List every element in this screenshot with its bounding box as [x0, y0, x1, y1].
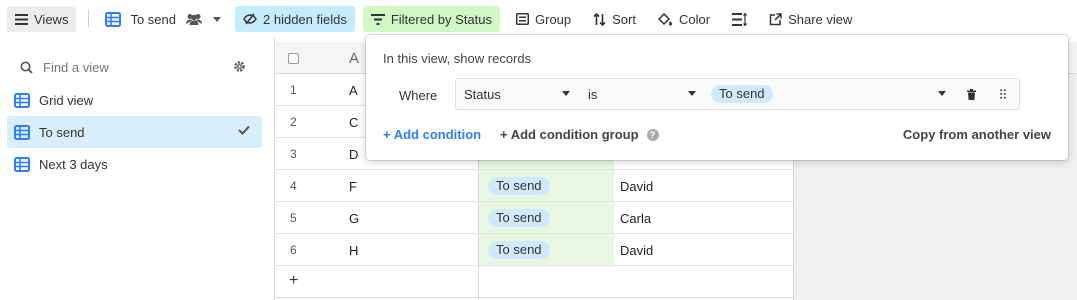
checkmark-icon — [238, 125, 250, 135]
filter-operator-value: is — [588, 86, 598, 102]
sidebar-item-grid-view[interactable]: Grid view — [7, 84, 262, 116]
grid-icon — [14, 124, 30, 140]
caret-down-icon — [938, 91, 946, 96]
caret-down-icon — [688, 91, 696, 96]
filter-icon — [370, 13, 385, 25]
filter-field-select[interactable]: Status — [455, 78, 580, 110]
row-number: 5 — [290, 211, 297, 225]
primary-cell[interactable]: H — [349, 243, 358, 258]
status-pill: To send — [488, 177, 550, 195]
primary-cell[interactable]: C — [349, 115, 358, 130]
add-row-button[interactable]: + — [276, 266, 794, 298]
filter-title: In this view, show records — [383, 51, 532, 66]
group-label: Group — [535, 11, 572, 27]
person-cell[interactable]: David — [620, 179, 653, 194]
hamburger-icon — [15, 13, 28, 25]
grid-icon — [14, 92, 30, 108]
grid-icon — [14, 156, 30, 172]
status-cell[interactable]: To send — [479, 170, 614, 201]
primary-cell[interactable]: G — [349, 211, 359, 226]
add-condition-group-label: + Add condition group — [500, 127, 639, 142]
help-icon[interactable]: ? — [646, 128, 659, 141]
delete-condition-button[interactable] — [955, 78, 988, 110]
share-view-label: Share view — [788, 11, 853, 27]
table-row[interactable]: 6 H To send David — [276, 234, 794, 266]
views-label: Views — [34, 11, 69, 27]
filter-value-select[interactable]: To send — [705, 78, 956, 110]
status-pill: To send — [488, 241, 550, 259]
view-search[interactable]: Find a view — [14, 50, 260, 84]
filter-popover: In this view, show records Where Status … — [366, 35, 1068, 160]
add-condition-button[interactable]: + Add condition — [383, 127, 481, 142]
sidebar-item-label: To send — [39, 124, 85, 140]
where-label: Where — [399, 88, 438, 103]
select-all-checkbox[interactable] — [288, 53, 299, 64]
filter-button[interactable]: Filtered by Status — [362, 6, 500, 32]
add-condition-group-button[interactable]: + Add condition group ? — [500, 127, 659, 142]
hidden-fields-label: 2 hidden fields — [263, 11, 347, 27]
person-cell[interactable]: David — [620, 243, 653, 258]
row-height-icon — [732, 12, 748, 26]
views-sidebar: Find a view Grid view To send Next 3 day… — [0, 38, 275, 300]
table-row[interactable]: 5 G To send Carla — [276, 202, 794, 234]
filter-value-pill: To send — [711, 85, 773, 103]
share-icon — [769, 12, 782, 25]
color-label: Color — [678, 11, 711, 27]
filter-label: Filtered by Status — [390, 11, 492, 27]
primary-cell[interactable]: D — [349, 147, 358, 162]
color-button[interactable]: Color — [650, 6, 718, 32]
copy-from-view-button[interactable]: Copy from another view — [903, 127, 1051, 142]
group-button[interactable]: Group — [508, 6, 579, 32]
row-number: 6 — [290, 243, 297, 257]
paint-bucket-icon — [657, 12, 672, 25]
primary-cell[interactable]: A — [349, 83, 358, 98]
status-cell[interactable]: To send — [479, 234, 614, 265]
row-number: 3 — [290, 147, 297, 161]
grid-icon — [105, 11, 122, 27]
status-cell[interactable]: To send — [479, 202, 614, 233]
current-view-name: To send — [130, 11, 176, 27]
column-header-primary[interactable]: A — [349, 50, 359, 67]
sort-icon — [593, 12, 606, 26]
toolbar-divider — [88, 10, 90, 28]
caret-down-icon — [562, 91, 570, 96]
drag-handle[interactable] — [987, 78, 1020, 110]
sidebar-item-next-3-days[interactable]: Next 3 days — [7, 148, 262, 180]
group-icon — [516, 13, 529, 25]
view-toolbar: Views To send 2 hidden fields Filtered b… — [0, 0, 1077, 38]
row-height-button[interactable] — [724, 6, 755, 32]
person-cell[interactable]: Carla — [620, 211, 651, 226]
sidebar-item-label: Grid view — [39, 92, 94, 108]
sidebar-item-to-send[interactable]: To send — [7, 116, 262, 148]
sort-button[interactable]: Sort — [585, 6, 644, 32]
row-number: 1 — [290, 83, 297, 97]
row-number: 4 — [290, 179, 297, 193]
drag-handle-icon — [1000, 89, 1006, 99]
hidden-fields-button[interactable]: 2 hidden fields — [235, 6, 355, 32]
trash-icon — [966, 88, 976, 100]
row-number: 2 — [290, 115, 297, 129]
table-row[interactable]: 4 F To send David — [276, 170, 794, 202]
sort-label: Sort — [612, 11, 636, 27]
share-view-button[interactable]: Share view — [761, 6, 860, 32]
filter-field-value: Status — [464, 86, 501, 102]
status-pill: To send — [488, 209, 550, 227]
eye-off-icon — [243, 13, 257, 25]
filter-operator-select[interactable]: is — [579, 78, 706, 110]
chevron-down-icon — [213, 16, 221, 22]
gear-icon[interactable] — [233, 60, 246, 73]
sidebar-item-label: Next 3 days — [39, 156, 108, 172]
plus-icon: + — [289, 272, 299, 289]
primary-cell[interactable]: F — [349, 179, 357, 194]
search-icon — [20, 61, 33, 74]
current-view-switcher[interactable]: To send — [97, 6, 229, 32]
collaborators-icon — [186, 14, 202, 25]
views-button[interactable]: Views — [7, 6, 77, 32]
search-placeholder: Find a view — [43, 59, 109, 75]
